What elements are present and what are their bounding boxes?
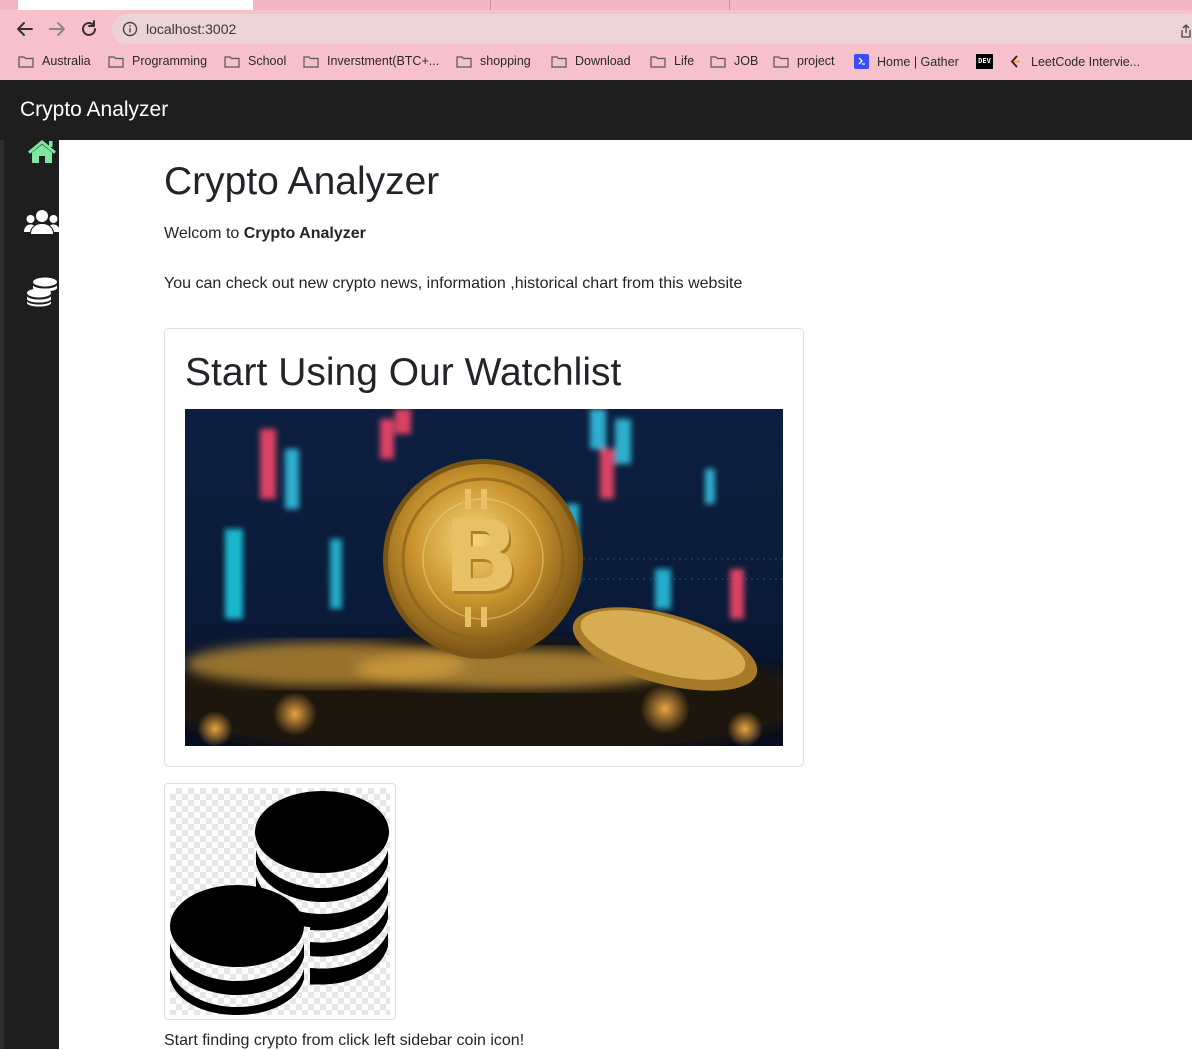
sidebar-edge	[0, 140, 4, 1049]
coins-stack-image	[170, 788, 390, 1015]
tab-divider	[490, 0, 491, 10]
description-text: You can check out new crypto news, infor…	[164, 275, 743, 292]
tab-divider	[729, 0, 730, 10]
bookmark-dev[interactable]: DEV	[976, 54, 993, 69]
bookmarks-bar: Australia Programming School Inverstment…	[0, 48, 1192, 78]
leetcode-icon	[1010, 55, 1020, 68]
bookmark-shopping[interactable]: shopping	[456, 54, 531, 68]
home-icon	[28, 140, 56, 163]
bookmark-label: project	[797, 54, 835, 68]
users-icon	[24, 210, 60, 234]
bookmark-life[interactable]: Life	[650, 54, 694, 68]
info-icon[interactable]	[122, 21, 138, 42]
bookmark-australia[interactable]: Australia	[18, 54, 91, 68]
navbar-brand[interactable]: Crypto Analyzer	[20, 98, 168, 122]
bookmark-gather[interactable]: Home | Gather	[854, 54, 959, 69]
url-text[interactable]: localhost:3002	[146, 21, 236, 37]
browser-chrome: localhost:3002 Australia Programming Sch…	[0, 0, 1192, 80]
folder-icon	[18, 55, 34, 68]
sidebar-item-users[interactable]	[24, 208, 60, 241]
forward-button[interactable]	[44, 16, 70, 42]
folder-icon	[551, 55, 567, 68]
arrow-left-icon	[17, 22, 33, 36]
bookmark-label: Australia	[42, 54, 91, 68]
coins-stack-icon	[170, 791, 389, 1015]
bookmark-label: Home | Gather	[877, 54, 959, 69]
share-icon[interactable]	[1180, 24, 1192, 43]
bookmark-leetcode[interactable]: LeetCode Intervie...	[1008, 54, 1140, 69]
folder-icon	[650, 55, 666, 68]
app-navbar: Crypto Analyzer	[0, 80, 1192, 140]
page-title: Crypto Analyzer	[164, 160, 440, 203]
welcome-prefix: Welcom to	[164, 225, 240, 242]
bitcoin-photo: B B	[185, 409, 783, 746]
sidebar-item-coins[interactable]	[26, 277, 58, 312]
bookmark-download[interactable]: Download	[551, 54, 631, 68]
bookmark-label: Programming	[132, 54, 208, 68]
folder-icon	[710, 55, 726, 68]
footer-hint: Start finding crypto from click left sid…	[164, 1032, 525, 1049]
bookmark-programming[interactable]: Programming	[108, 54, 207, 68]
gather-icon	[854, 54, 869, 69]
watchlist-card: Start Using Our Watchlist B B	[164, 328, 804, 767]
folder-icon	[108, 55, 124, 68]
address-row: localhost:3002	[0, 10, 1192, 48]
bookmark-label: JOB	[734, 54, 759, 68]
card-title: Start Using Our Watchlist	[185, 351, 622, 394]
folder-icon	[456, 55, 472, 68]
sidebar-item-home[interactable]	[27, 138, 57, 169]
welcome-brand: Crypto Analyzer	[243, 225, 366, 242]
folder-icon	[224, 55, 240, 68]
bookmark-label: School	[248, 54, 287, 68]
tab-strip	[0, 0, 1192, 10]
bookmark-label: shopping	[480, 54, 531, 68]
bookmark-label: Life	[674, 54, 695, 68]
dev-icon: DEV	[976, 54, 993, 69]
bookmark-investment[interactable]: Inverstment(BTC+...	[303, 54, 439, 68]
arrow-right-icon	[49, 22, 65, 36]
folder-icon	[773, 55, 789, 68]
bookmark-label: LeetCode Intervie...	[1031, 54, 1141, 69]
bookmark-job[interactable]: JOB	[710, 54, 758, 68]
active-tab[interactable]	[18, 0, 253, 10]
coins-icon	[27, 277, 57, 307]
reload-icon	[82, 20, 96, 36]
bookmark-label: Download	[575, 54, 631, 68]
bitcoin-image-illustration: B B	[185, 409, 783, 746]
address-bar[interactable]: localhost:3002	[112, 14, 1192, 44]
back-button[interactable]	[12, 16, 38, 42]
bookmark-label: Inverstment(BTC+...	[327, 54, 440, 68]
welcome-text: Welcom to Crypto Analyzer	[164, 225, 366, 243]
svg-text:B: B	[443, 498, 519, 615]
folder-icon	[303, 55, 319, 68]
coins-image-card	[164, 783, 396, 1020]
bookmark-project[interactable]: project	[773, 54, 835, 68]
bookmark-school[interactable]: School	[224, 54, 286, 68]
reload-button[interactable]	[76, 16, 102, 42]
